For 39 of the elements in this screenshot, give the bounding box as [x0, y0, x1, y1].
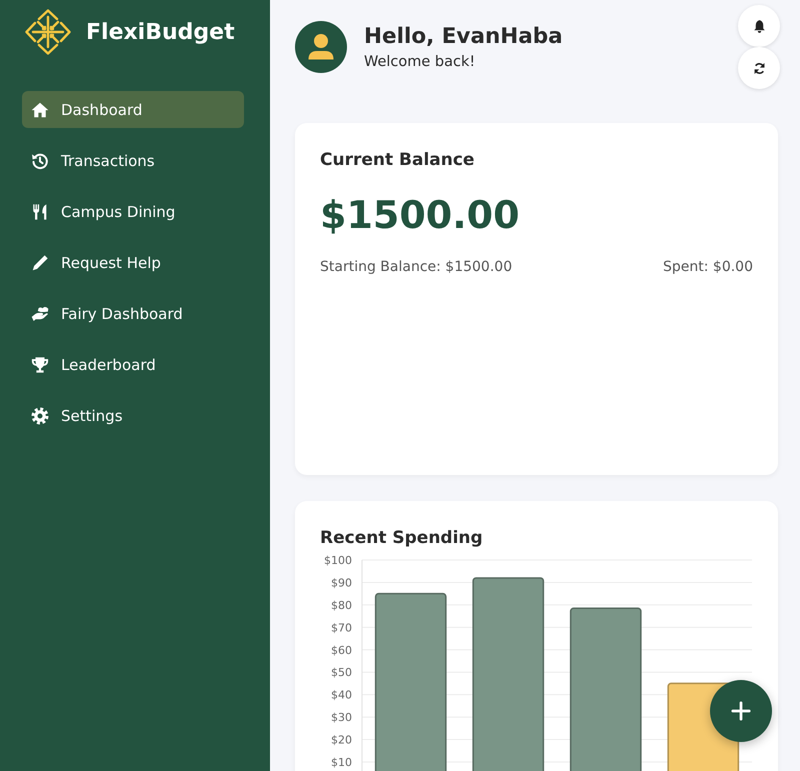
y-axis-label: $90 — [331, 576, 352, 590]
welcome-text: Welcome back! — [364, 52, 476, 70]
y-axis-label: $40 — [331, 688, 352, 702]
plus-icon — [731, 701, 751, 721]
bell-icon — [752, 18, 766, 34]
y-axis-label: $70 — [331, 621, 352, 634]
refresh-button[interactable] — [738, 47, 780, 89]
home-icon — [31, 100, 49, 118]
nav-item[interactable]: Leaderboard — [22, 346, 244, 383]
y-axis-label: $20 — [331, 734, 352, 747]
balance-amount: $1500.00 — [320, 192, 521, 238]
fork-knife-icon — [31, 202, 49, 220]
nav-item[interactable]: Fairy Dashboard — [22, 295, 244, 332]
y-axis-label: $50 — [331, 666, 352, 680]
pencil-icon — [31, 254, 49, 272]
history-icon — [31, 152, 49, 170]
nav-item[interactable]: Campus Dining — [22, 193, 244, 230]
y-axis-label: $60 — [331, 644, 352, 657]
hands-icon — [31, 304, 49, 322]
y-axis-label: $10 — [331, 756, 352, 769]
settings-icon — [31, 406, 49, 424]
avatar-icon — [295, 21, 347, 73]
nav-item[interactable]: Dashboard — [22, 91, 244, 128]
brand-name: FlexiBudget — [86, 20, 235, 44]
y-axis-label: $80 — [331, 598, 352, 612]
y-axis-label: $100 — [324, 554, 352, 567]
card-title: Current Balance — [320, 149, 476, 171]
starting-balance: Starting Balance: $1500.00 — [320, 258, 512, 276]
nav-item[interactable]: Request Help — [22, 244, 244, 281]
greeting: Hello, EvanHaba — [364, 24, 563, 50]
trophy-icon — [31, 356, 49, 374]
refresh-icon — [752, 60, 766, 76]
nav-item[interactable]: Transactions — [22, 142, 244, 179]
spent-amount: Spent: $0.00 — [663, 258, 753, 276]
notifications-button[interactable] — [738, 5, 780, 47]
logo-icon — [25, 9, 71, 55]
card-title: Recent Spending — [320, 527, 484, 549]
y-axis-label: $30 — [331, 711, 352, 724]
nav-item[interactable]: Settings — [22, 397, 244, 434]
